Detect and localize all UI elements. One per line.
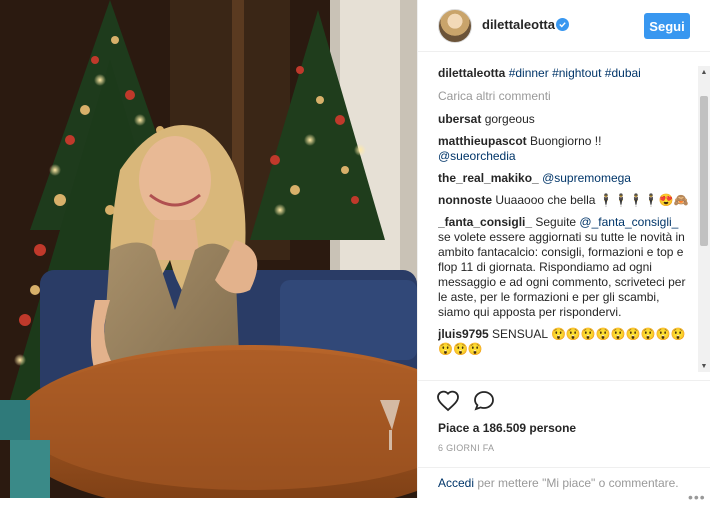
scroll-down-arrow-icon[interactable]: ▼ bbox=[698, 360, 710, 372]
post-caption: dilettaleotta #dinner #nightout #dubai bbox=[438, 66, 694, 81]
comments-scrollbar[interactable]: ▲ ▼ bbox=[698, 66, 710, 372]
comment-username[interactable]: the_real_makiko_ bbox=[438, 171, 539, 185]
follow-button[interactable]: Segui bbox=[644, 13, 690, 39]
hashtag-link[interactable]: #nightout bbox=[552, 66, 601, 80]
comment-username[interactable]: ubersat bbox=[438, 112, 481, 126]
comment-item: jluis9795 SENSUAL 😲😲😲😲😲😲😲😲😲😲😲😲 bbox=[438, 327, 694, 357]
comment-item: ubersat gorgeous bbox=[438, 112, 694, 127]
comment-item: _fanta_consigli_ Seguite @_fanta_consigl… bbox=[438, 215, 694, 320]
mention-link[interactable]: @_fanta_consigli_ bbox=[579, 215, 678, 229]
comment-item: nonnoste Uuaaooo che bella 🕴🕴🕴🕴😍🙈 bbox=[438, 193, 694, 208]
comment-text: Buongiorno !! bbox=[530, 134, 602, 148]
hashtag-link[interactable]: #dubai bbox=[605, 66, 641, 80]
heart-icon[interactable] bbox=[436, 389, 460, 413]
mention-link[interactable]: @sueorchedia bbox=[438, 149, 516, 163]
login-prompt: Accedi per mettere "Mi piace" o commenta… bbox=[418, 467, 710, 499]
post-actions: Piace a 186.509 persone 6 GIORNI FA Acce… bbox=[418, 380, 710, 505]
header-username[interactable]: dilettaleotta bbox=[482, 17, 555, 32]
caption-username[interactable]: dilettaleotta bbox=[438, 66, 505, 80]
scroll-thumb[interactable] bbox=[700, 96, 708, 246]
comments-list: dilettaleotta #dinner #nightout #dubai C… bbox=[438, 66, 694, 380]
comment-username[interactable]: nonnoste bbox=[438, 193, 492, 207]
comment-username[interactable]: _fanta_consigli_ bbox=[438, 215, 532, 229]
instagram-post-modal: dilettaleotta Segui dilettaleotta #dinne… bbox=[0, 0, 710, 505]
comment-text: gorgeous bbox=[484, 112, 535, 126]
load-more-comments-link[interactable]: Carica altri commenti bbox=[438, 89, 694, 104]
comment-item: matthieupascot Buongiorno !! @sueorchedi… bbox=[438, 134, 694, 164]
post-photo bbox=[0, 0, 417, 498]
comment-username[interactable]: matthieupascot bbox=[438, 134, 527, 148]
avatar[interactable] bbox=[438, 9, 472, 43]
comment-icon[interactable] bbox=[472, 389, 496, 413]
post-side-panel: dilettaleotta Segui dilettaleotta #dinne… bbox=[417, 0, 710, 505]
more-options-icon[interactable]: ••• bbox=[688, 489, 706, 505]
login-prompt-text: per mettere "Mi piace" o commentare. bbox=[477, 476, 679, 490]
comment-username[interactable]: jluis9795 bbox=[438, 327, 489, 341]
hashtag-link[interactable]: #dinner bbox=[509, 66, 549, 80]
likes-count[interactable]: Piace a 186.509 persone bbox=[438, 421, 576, 435]
comment-text: Uuaaooo che bella 🕴🕴🕴🕴😍🙈 bbox=[495, 193, 689, 207]
comment-item: the_real_makiko_ @supremomega bbox=[438, 171, 694, 186]
verified-badge-icon bbox=[556, 18, 569, 31]
comment-text: Seguite bbox=[535, 215, 577, 229]
scroll-up-arrow-icon[interactable]: ▲ bbox=[698, 66, 710, 78]
post-header: dilettaleotta Segui bbox=[418, 0, 710, 52]
post-date: 6 GIORNI FA bbox=[438, 443, 495, 453]
comment-text-continued: se volete essere aggiornati su tutte le … bbox=[438, 230, 686, 319]
mention-link[interactable]: @supremomega bbox=[542, 171, 631, 185]
login-link[interactable]: Accedi bbox=[438, 476, 474, 490]
